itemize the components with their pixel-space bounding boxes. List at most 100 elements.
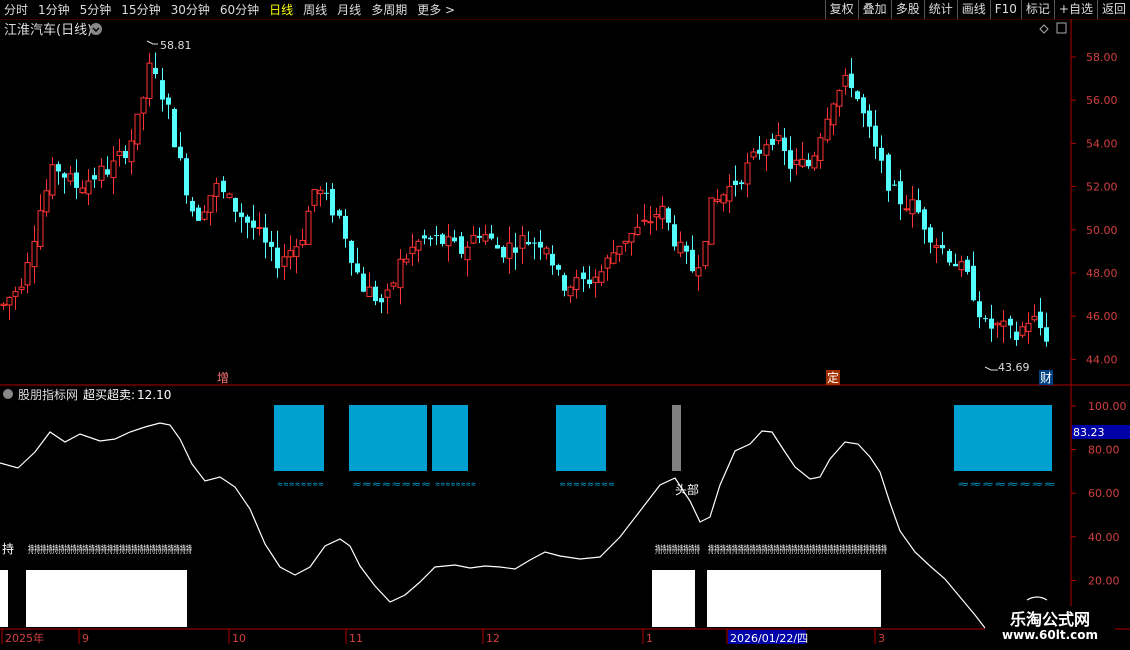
date-label: 9 [82, 632, 89, 645]
diamond-icon[interactable] [1039, 24, 1049, 34]
candle-body [543, 247, 550, 255]
indicator-tick-label: 60.00 [1088, 487, 1120, 500]
candle-body [324, 192, 329, 194]
period-tab[interactable]: 1分钟 [38, 1, 70, 18]
period-tab[interactable]: 日线 [269, 1, 293, 18]
wave-marker: ≈≈≈≈≈≈≈≈ [435, 480, 476, 490]
candle-body [31, 241, 38, 268]
period-tab[interactable]: 月线 [337, 1, 361, 18]
candle-body [782, 137, 787, 151]
candle-body [184, 158, 189, 196]
candle-body [317, 189, 324, 195]
period-tab[interactable]: 5分钟 [80, 1, 112, 18]
candle-body [428, 237, 433, 240]
candle-body [470, 234, 477, 244]
candle-body [256, 227, 263, 230]
action-button[interactable]: 多股 [890, 0, 924, 19]
candle-body [397, 258, 404, 289]
candle-body [806, 159, 811, 167]
candle-body [190, 200, 195, 212]
event-marker-cai[interactable]: 财 [1040, 371, 1052, 385]
action-button[interactable]: 叠加 [857, 0, 891, 19]
action-button[interactable]: 标记 [1020, 0, 1054, 19]
candle-body [616, 245, 623, 255]
candle-body [684, 245, 689, 252]
hold-glyph-run: 持持持持持持持持持持持持持持持持持持持持持持持持持持持持持持 [708, 543, 887, 556]
candle-body [733, 180, 738, 186]
candle-body [366, 286, 373, 298]
date-label: 3 [878, 632, 885, 645]
period-tab[interactable]: 60分钟 [220, 1, 259, 18]
action-button[interactable]: 统计 [923, 0, 957, 19]
candle-body [666, 208, 671, 223]
candle-body [390, 282, 397, 287]
action-button[interactable]: 复权 [824, 0, 858, 19]
price-tick-label: 56.00 [1086, 94, 1118, 107]
candle-body [587, 279, 592, 284]
candle-body [958, 261, 965, 271]
action-button[interactable]: F10 [989, 0, 1021, 19]
candle-body [207, 195, 214, 213]
candle-body [977, 301, 982, 318]
candle-body [886, 154, 891, 191]
candle-body [592, 276, 599, 283]
candle-body [677, 241, 684, 254]
period-tab[interactable]: 多周期 [371, 1, 407, 18]
candle-body [811, 155, 818, 169]
candle-body [532, 242, 537, 244]
candle-body [422, 235, 427, 239]
candle-body [562, 275, 567, 291]
candle-body [221, 180, 226, 193]
candle-body [445, 236, 452, 247]
candle-body [379, 298, 384, 303]
period-tab[interactable]: 15分钟 [121, 1, 160, 18]
indicator-value: 12.10 [137, 388, 171, 402]
candle-body [299, 239, 306, 246]
candle-body [556, 265, 561, 270]
candle-body [788, 150, 793, 169]
candle-body [226, 193, 233, 199]
action-button[interactable]: 返回 [1096, 0, 1130, 19]
watermark-url: www.60lt.com [1001, 628, 1099, 642]
candle-body [922, 209, 927, 230]
hold-glyph-run: 持持持持持持持持 [655, 543, 700, 556]
candle-body [18, 286, 25, 291]
period-tab[interactable]: 周线 [303, 1, 327, 18]
candle-body [160, 80, 165, 100]
date-label: 12 [486, 632, 500, 645]
watermark: 乐淘公式网 www.60lt.com [985, 606, 1115, 646]
low-price-label: 43.69 [998, 361, 1030, 374]
price-tick-label: 48.00 [1086, 267, 1118, 280]
candle-body [85, 180, 92, 195]
indicator-settings-icon[interactable] [3, 389, 13, 399]
candle-body [695, 267, 702, 277]
candle-body [459, 236, 464, 254]
candle-body [434, 235, 439, 237]
event-marker-ding[interactable]: 定 [827, 370, 839, 385]
candle-body [550, 253, 555, 266]
candle-body [62, 173, 67, 178]
current-value-text: 83.23 [1073, 426, 1105, 439]
period-tab[interactable]: 30分钟 [171, 1, 210, 18]
action-button[interactable]: +自选 [1053, 0, 1097, 19]
candle-body [879, 147, 884, 161]
event-marker-zeng[interactable]: 增 [217, 371, 229, 385]
candle-body [245, 216, 250, 223]
candle-body [994, 322, 1001, 326]
window-icon[interactable] [1056, 22, 1067, 34]
candle-body [49, 164, 56, 196]
period-tab[interactable]: 更多 > [417, 1, 455, 18]
dropdown-icon[interactable] [90, 23, 102, 35]
candle-body [1038, 311, 1043, 329]
period-tab[interactable]: 分时 [4, 1, 28, 18]
candle-body [799, 158, 806, 167]
overbought-zones [274, 405, 1052, 471]
action-button[interactable]: 画线 [956, 0, 990, 19]
candle-body [305, 210, 312, 245]
candle-body [903, 208, 910, 211]
candle-body [634, 226, 641, 235]
candle-body [750, 151, 757, 158]
hold-bars [0, 570, 881, 627]
candle-body [598, 271, 605, 283]
candle-body [116, 151, 123, 156]
